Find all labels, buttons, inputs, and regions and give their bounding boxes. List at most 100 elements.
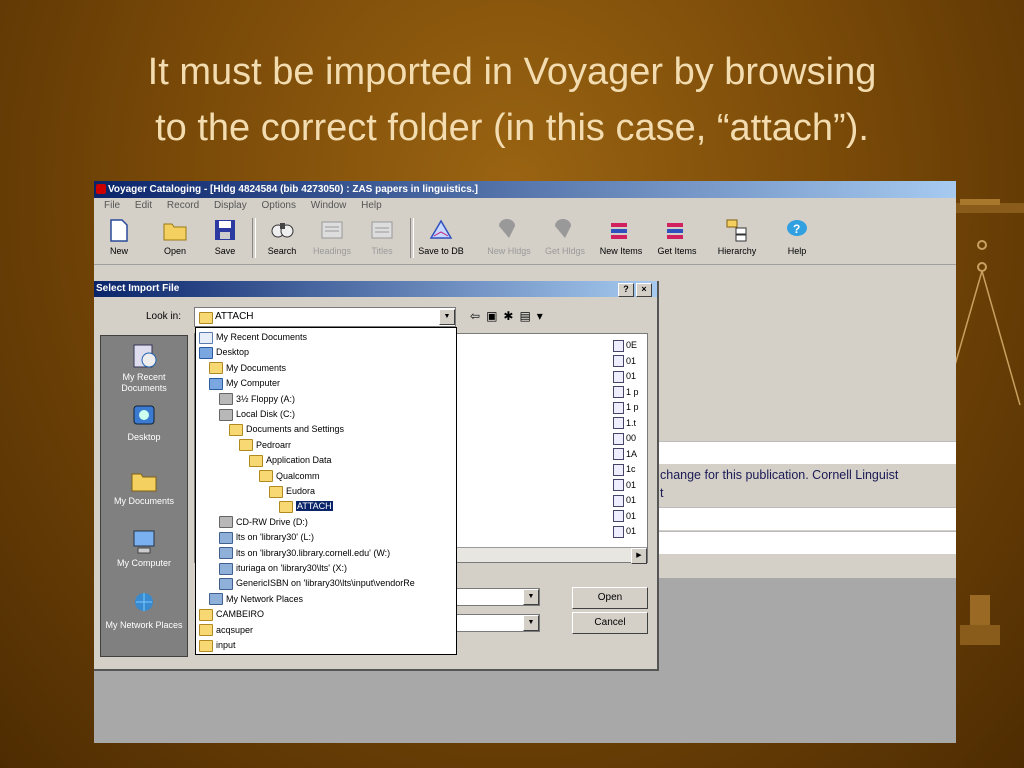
file-item[interactable]: 01 <box>613 509 647 525</box>
look-in-option[interactable]: My Network Places <box>209 592 303 608</box>
place-network-places[interactable]: My Network Places <box>101 590 187 631</box>
file-item[interactable]: 01 <box>613 369 647 385</box>
file-item[interactable]: 01 <box>613 478 647 494</box>
menu-display[interactable]: Display <box>214 200 247 211</box>
toolbar-search-button[interactable]: Search <box>257 216 307 256</box>
file-name-dropdown-button[interactable]: ▼ <box>523 589 539 605</box>
open-button[interactable]: Open <box>572 587 648 609</box>
cancel-button[interactable]: Cancel <box>572 612 648 634</box>
file-type-dropdown-button[interactable]: ▼ <box>523 615 539 631</box>
file-icon <box>613 355 624 368</box>
look-in-option-label: My Recent Documents <box>216 332 308 342</box>
look-in-option[interactable]: My Documents <box>209 361 286 377</box>
file-item[interactable]: 1A <box>613 447 647 463</box>
look-in-option-label: Eudora <box>286 486 316 496</box>
file-icon <box>613 339 624 352</box>
folder-icon <box>279 501 293 514</box>
file-item[interactable]: 01 <box>613 354 647 370</box>
file-item[interactable]: 0E <box>613 338 647 354</box>
place-recent-documents[interactable]: My Recent Documents <box>101 342 187 394</box>
file-item[interactable]: 01 <box>613 524 647 540</box>
look-in-option[interactable]: ATTACH <box>279 499 333 515</box>
look-in-option[interactable]: Eudora <box>269 484 315 500</box>
file-item-label: 1.t <box>626 417 637 428</box>
look-in-option[interactable]: My Computer <box>209 376 280 392</box>
menu-help[interactable]: Help <box>361 200 382 211</box>
look-in-option[interactable]: 3½ Floppy (A:) <box>219 392 295 408</box>
dialog-titlebar[interactable]: Select Import File ? × <box>94 281 657 297</box>
file-item[interactable]: 1 p <box>613 385 647 401</box>
look-in-option[interactable]: CD-RW Drive (D:) <box>219 515 308 531</box>
look-in-option-label: Desktop <box>216 347 250 358</box>
save-disk-icon <box>212 218 238 242</box>
toolbar-new-button[interactable]: New <box>94 216 144 256</box>
file-item[interactable]: 1c <box>613 462 647 478</box>
look-in-option[interactable]: lts on 'library30.library.cornell.edu' (… <box>219 546 390 562</box>
look-in-option-label: Pedroarr <box>256 439 292 450</box>
place-my-computer[interactable]: My Computer <box>101 528 187 569</box>
place-desktop[interactable]: Desktop <box>101 402 187 443</box>
open-folder-icon <box>162 218 188 242</box>
scroll-right-button[interactable]: ▶ <box>631 548 647 564</box>
up-folder-icon[interactable]: ▣ <box>486 309 503 323</box>
toolbar-get-items-button[interactable]: Get Items <box>652 216 702 256</box>
toolbar-hierarchy-button[interactable]: Hierarchy <box>712 216 762 256</box>
look-in-option[interactable]: CAMBEIRO <box>199 607 264 623</box>
look-in-option[interactable]: Application Data <box>249 453 332 469</box>
toolbar-save-to-db-button[interactable]: Save to DB <box>416 216 466 256</box>
dialog-help-button[interactable]: ? <box>618 283 634 297</box>
look-in-option[interactable]: Local Disk (C:) <box>219 407 295 423</box>
look-in-option-label: Application Data <box>266 455 332 466</box>
look-in-dropdown-button[interactable]: ▼ <box>439 309 455 325</box>
toolbar-headings-button[interactable]: Headings <box>307 216 357 256</box>
file-item[interactable]: 1.t <box>613 416 647 432</box>
look-in-option[interactable]: Desktop <box>199 345 249 361</box>
view-menu-icon[interactable]: ▤▾ <box>519 309 548 323</box>
look-in-combo[interactable]: ATTACH ▼ <box>194 307 456 327</box>
toolbar-new-items-button[interactable]: New Items <box>596 216 646 256</box>
look-in-option[interactable]: Qualcomm <box>259 469 320 485</box>
file-name-input[interactable]: ▼ <box>450 588 540 606</box>
menu-file[interactable]: File <box>104 200 120 211</box>
dialog-close-button[interactable]: × <box>636 283 652 297</box>
places-bar: My Recent Documents Desktop My Documents… <box>100 335 188 657</box>
toolbar-new-hldgs-button[interactable]: New Hldgs <box>484 216 534 256</box>
menu-edit[interactable]: Edit <box>135 200 152 211</box>
window-titlebar[interactable]: Voyager Cataloging - [Hldg 4824584 (bib … <box>94 181 956 198</box>
drive-icon <box>219 408 233 421</box>
new-items-icon <box>608 218 634 242</box>
look-in-option[interactable]: Documents and Settings <box>229 422 344 438</box>
look-in-option[interactable]: acqsuper <box>199 623 253 639</box>
look-in-option[interactable]: Pedroarr <box>239 438 291 454</box>
look-in-option-label: lts on 'library30.library.cornell.edu' (… <box>236 547 391 558</box>
look-in-option[interactable]: input <box>199 638 236 654</box>
file-item[interactable]: 01 <box>613 493 647 509</box>
record-text-line2: t <box>660 486 664 500</box>
record-row <box>656 531 956 554</box>
look-in-option[interactable]: My Recent Documents <box>199 330 307 346</box>
toolbar-get-hldgs-button[interactable]: Get Hldgs <box>540 216 590 256</box>
file-item[interactable]: 1 p <box>613 400 647 416</box>
look-in-option-label: CD-RW Drive (D:) <box>236 516 308 527</box>
folder-icon <box>269 485 283 498</box>
new-document-icon <box>106 218 132 242</box>
menu-window[interactable]: Window <box>311 200 347 211</box>
back-arrow-icon[interactable]: ⇦ <box>470 309 486 323</box>
folder-icon <box>259 470 273 483</box>
file-icon <box>613 494 624 507</box>
look-in-option[interactable]: ituriaga on 'library30\lts' (X:) <box>219 561 347 577</box>
menu-options[interactable]: Options <box>262 200 296 211</box>
toolbar-save-button[interactable]: Save <box>200 216 250 256</box>
toolbar-titles-button[interactable]: Titles <box>357 216 407 256</box>
file-item-label: 1 p <box>626 402 639 412</box>
toolbar-open-button[interactable]: Open <box>150 216 200 256</box>
file-type-select[interactable]: ▼ <box>450 614 540 632</box>
file-item[interactable]: 00 <box>613 431 647 447</box>
look-in-option[interactable]: lts on 'library30' (L:) <box>219 530 314 546</box>
place-my-documents[interactable]: My Documents <box>101 466 187 507</box>
slide-title-line1: It must be imported in Voyager by browsi… <box>147 51 877 93</box>
menu-record[interactable]: Record <box>167 200 199 211</box>
look-in-option[interactable]: GenericISBN on 'library30\lts\input\vend… <box>219 576 415 592</box>
toolbar-help-button[interactable]: ? Help <box>772 216 822 256</box>
new-folder-icon[interactable]: ✱ <box>503 309 519 323</box>
